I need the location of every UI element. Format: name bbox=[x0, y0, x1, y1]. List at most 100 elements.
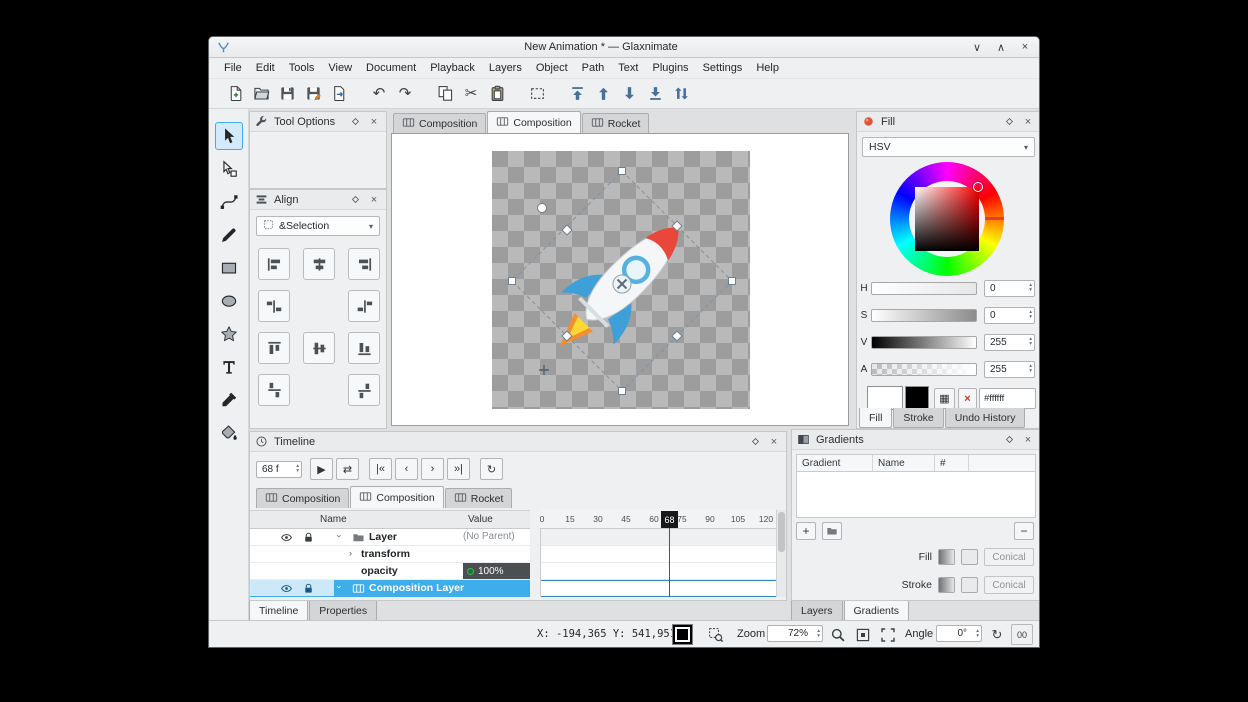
gradient-presets-button[interactable] bbox=[822, 522, 842, 540]
color-space-combobox[interactable]: HSV ▾ bbox=[862, 137, 1035, 157]
tab-undo-history[interactable]: Undo History bbox=[945, 408, 1026, 428]
menu-document[interactable]: Document bbox=[359, 60, 423, 76]
saturation-spinbox[interactable]: 0▴▾ bbox=[984, 307, 1035, 324]
canvas-tab-composition[interactable]: Composition bbox=[487, 111, 580, 133]
tab-timeline[interactable]: Timeline bbox=[249, 601, 308, 621]
drawing-canvas[interactable] bbox=[391, 133, 849, 426]
timeline-tab-composition[interactable]: Composition bbox=[350, 486, 443, 508]
menu-view[interactable]: View bbox=[321, 60, 359, 76]
gradient-column-[interactable]: # bbox=[935, 455, 969, 471]
window-maximize-button[interactable]: ∧ bbox=[994, 41, 1008, 54]
zoom-area-button[interactable] bbox=[705, 624, 727, 645]
menu-path[interactable]: Path bbox=[575, 60, 612, 76]
timeline-tab-rocket[interactable]: Rocket bbox=[445, 488, 513, 508]
render-frame-button[interactable] bbox=[525, 82, 549, 106]
prev-frame-button[interactable]: ‹ bbox=[395, 458, 418, 480]
object-raise-button[interactable] bbox=[591, 82, 615, 106]
angle-spinbox[interactable]: 0° ▴▾ bbox=[936, 625, 982, 642]
center-move-handle[interactable] bbox=[613, 275, 631, 293]
tab-gradients[interactable]: Gradients bbox=[844, 601, 910, 621]
tab-properties[interactable]: Properties bbox=[309, 601, 377, 621]
stroke-gradient-swatch-2[interactable] bbox=[961, 577, 978, 593]
align-top-button[interactable] bbox=[258, 332, 290, 364]
track-row-transform[interactable] bbox=[541, 546, 776, 563]
stroke-gradient-type-button[interactable]: Conical bbox=[984, 576, 1034, 594]
timeline-row-opacity[interactable]: opacity100% bbox=[250, 563, 530, 580]
play-button[interactable]: ▶ bbox=[310, 458, 333, 480]
stroke-gradient-swatch[interactable] bbox=[938, 577, 955, 593]
menu-settings[interactable]: Settings bbox=[696, 60, 750, 76]
frame-view-button[interactable] bbox=[877, 624, 899, 645]
window-close-button[interactable]: × bbox=[1018, 41, 1032, 54]
document-open-button[interactable] bbox=[249, 82, 273, 106]
chevron-down-icon[interactable]: › bbox=[335, 535, 345, 538]
align-bottom-button[interactable] bbox=[348, 332, 380, 364]
star-tool-button[interactable] bbox=[215, 320, 243, 348]
align-outside-left-button[interactable] bbox=[258, 290, 290, 322]
lock-icon[interactable] bbox=[302, 582, 315, 595]
float-panel-icon[interactable] bbox=[1002, 433, 1016, 447]
last-frame-button[interactable]: »| bbox=[447, 458, 470, 480]
tab-stroke[interactable]: Stroke bbox=[893, 408, 943, 428]
menu-plugins[interactable]: Plugins bbox=[645, 60, 695, 76]
float-panel-icon[interactable] bbox=[748, 435, 762, 449]
hex-color-input[interactable]: #ffffff bbox=[979, 388, 1036, 409]
float-panel-icon[interactable] bbox=[1002, 115, 1016, 129]
menu-playback[interactable]: Playback bbox=[423, 60, 482, 76]
zoom-original-button[interactable] bbox=[852, 624, 874, 645]
hue-marker[interactable] bbox=[985, 217, 1004, 220]
window-shade-button[interactable]: ∨ bbox=[970, 41, 984, 54]
document-save-as-button[interactable] bbox=[301, 82, 325, 106]
clear-color-button[interactable]: × bbox=[958, 388, 977, 409]
gradient-column-name[interactable]: Name bbox=[873, 455, 935, 471]
tab-layers[interactable]: Layers bbox=[791, 601, 843, 621]
align-outside-right-button[interactable] bbox=[348, 290, 380, 322]
menu-layers[interactable]: Layers bbox=[482, 60, 529, 76]
loop-button[interactable]: ⇄ bbox=[336, 458, 359, 480]
angle-unit-button[interactable]: 00 bbox=[1011, 624, 1033, 645]
lock-icon[interactable] bbox=[302, 531, 315, 544]
menu-text[interactable]: Text bbox=[611, 60, 645, 76]
fill-gradient-type-button[interactable]: Conical bbox=[984, 548, 1034, 566]
timeline-tracks[interactable] bbox=[540, 529, 776, 597]
align-outside-top-button[interactable] bbox=[258, 374, 290, 406]
object-to-top-button[interactable] bbox=[565, 82, 589, 106]
menu-help[interactable]: Help bbox=[749, 60, 786, 76]
alpha-slider[interactable] bbox=[871, 363, 977, 376]
value-spinbox[interactable]: 255▴▾ bbox=[984, 334, 1035, 351]
chevron-down-icon[interactable]: › bbox=[335, 586, 345, 589]
undo-button[interactable]: ↶ bbox=[367, 82, 391, 106]
frame-number-spinbox[interactable]: 68 f ▴▾ bbox=[256, 461, 302, 478]
object-reorder-button[interactable] bbox=[669, 82, 693, 106]
menu-object[interactable]: Object bbox=[529, 60, 575, 76]
rectangle-tool-button[interactable] bbox=[215, 254, 243, 282]
tab-fill[interactable]: Fill bbox=[859, 408, 892, 428]
object-lower-button[interactable] bbox=[617, 82, 641, 106]
timeline-row-composition-layer[interactable]: ›Composition Layer bbox=[250, 580, 530, 597]
document-export-button[interactable] bbox=[327, 82, 351, 106]
float-panel-icon[interactable] bbox=[348, 115, 362, 129]
color-picker-tool-button[interactable] bbox=[215, 386, 243, 414]
hue-slider[interactable] bbox=[871, 282, 977, 295]
object-to-bottom-button[interactable] bbox=[643, 82, 667, 106]
align-left-button[interactable] bbox=[258, 248, 290, 280]
value-slider[interactable] bbox=[871, 336, 977, 349]
copy-button[interactable] bbox=[433, 82, 457, 106]
paste-button[interactable] bbox=[485, 82, 509, 106]
fill-gradient-swatch-2[interactable] bbox=[961, 549, 978, 565]
track-row-layer[interactable] bbox=[541, 529, 776, 546]
primary-color-swatch[interactable] bbox=[867, 386, 903, 410]
anchor-cross-icon[interactable] bbox=[539, 365, 549, 375]
edit-nodes-tool-button[interactable] bbox=[215, 155, 243, 183]
visibility-eye-icon[interactable] bbox=[280, 582, 293, 595]
current-color-swatch[interactable] bbox=[672, 624, 693, 645]
timeline-row-layer[interactable]: ›Layer(No Parent) bbox=[250, 529, 530, 546]
fill-tool-tool-button[interactable] bbox=[215, 419, 243, 447]
track-row-composition-layer[interactable] bbox=[541, 580, 776, 597]
animated-indicator-icon[interactable] bbox=[467, 568, 474, 575]
select-tool-button[interactable] bbox=[215, 122, 243, 150]
add-gradient-button[interactable]: + bbox=[796, 522, 816, 540]
align-outside-bottom-button[interactable] bbox=[348, 374, 380, 406]
next-frame-button[interactable]: › bbox=[421, 458, 444, 480]
menu-edit[interactable]: Edit bbox=[249, 60, 282, 76]
